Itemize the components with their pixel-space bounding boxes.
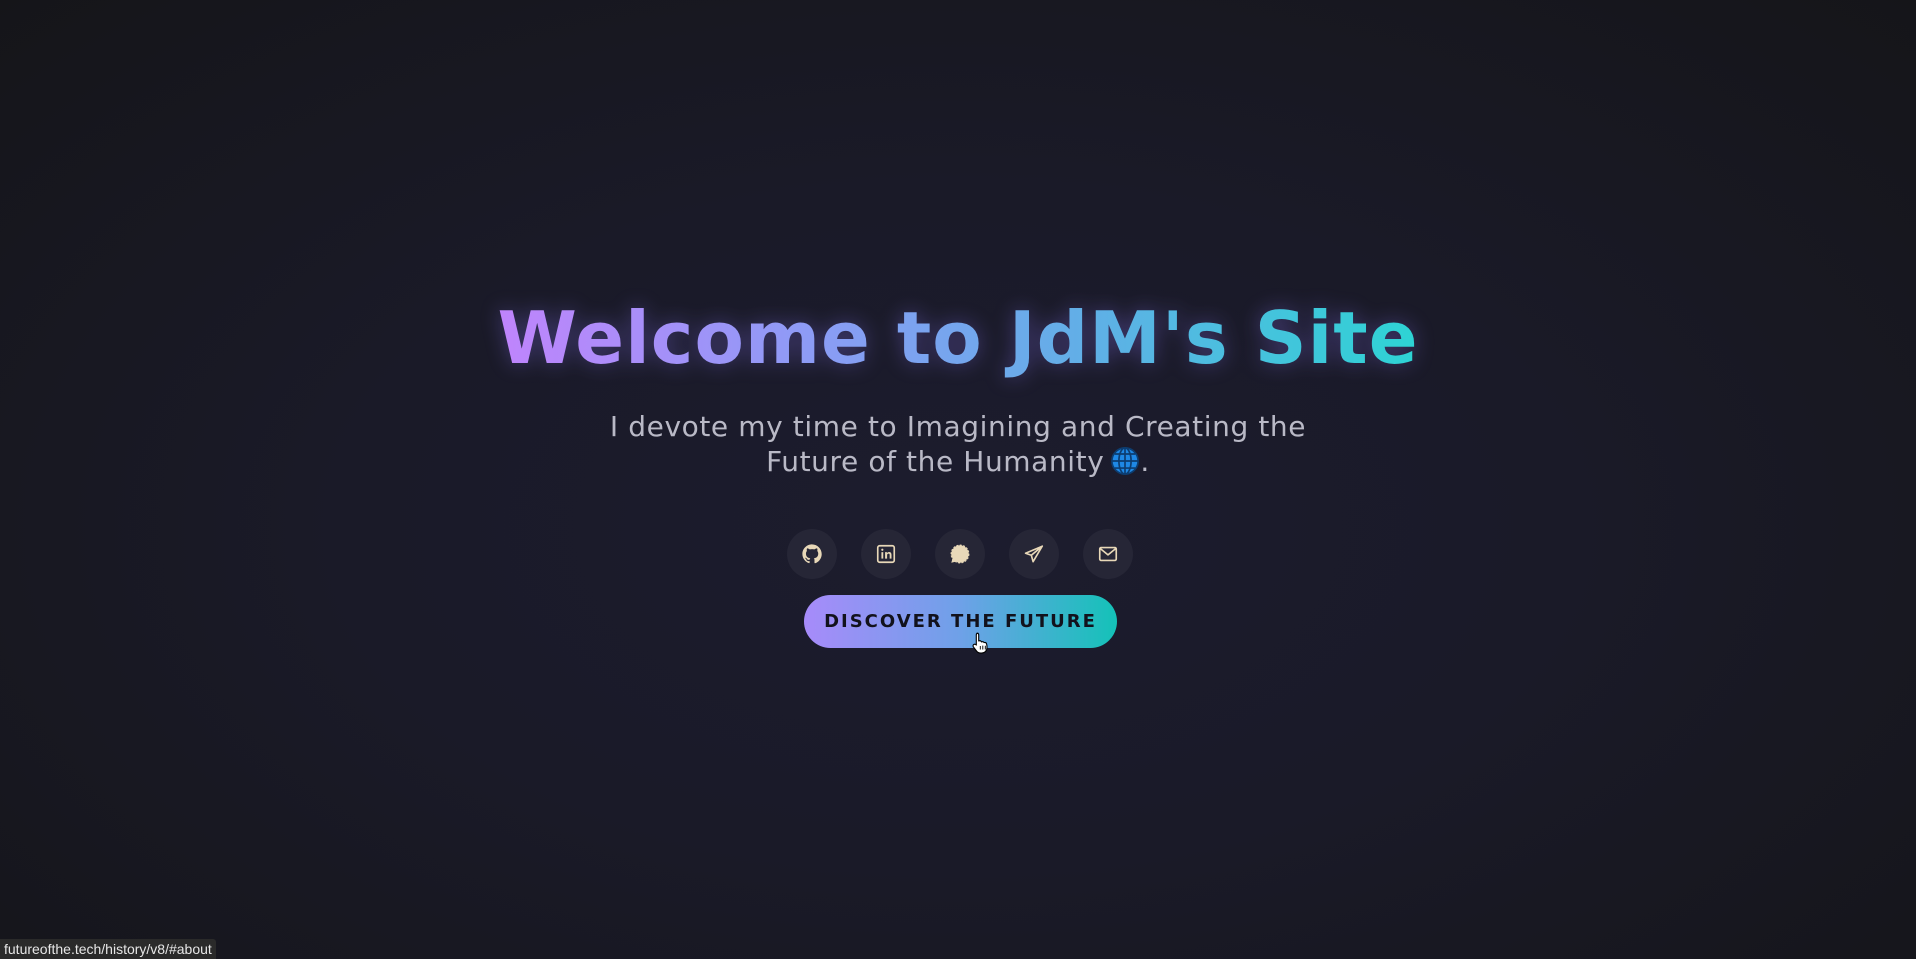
hero-section: Welcome to JdM's Site I devote my time t… <box>0 0 1916 959</box>
github-icon <box>802 544 822 564</box>
subtitle-line-1: I devote my time to Imagining and Creati… <box>609 410 1307 443</box>
hand-pointer-cursor-icon <box>972 632 988 654</box>
social-links <box>787 529 1133 579</box>
subtitle-period: . <box>1140 445 1150 478</box>
signal-link[interactable] <box>935 529 985 579</box>
telegram-icon <box>1024 545 1044 563</box>
linkedin-link[interactable] <box>861 529 911 579</box>
github-link[interactable] <box>787 529 837 579</box>
status-bar-url: futureofthe.tech/history/v8/#about <box>0 939 216 959</box>
hero-subtitle: I devote my time to Imagining and Creati… <box>0 409 1916 479</box>
telegram-link[interactable] <box>1009 529 1059 579</box>
discover-future-button[interactable]: DISCOVER THE FUTURE <box>804 595 1117 648</box>
linkedin-icon <box>876 544 896 564</box>
email-link[interactable] <box>1083 529 1133 579</box>
signal-icon <box>950 544 970 564</box>
page-title: Welcome to JdM's Site <box>497 296 1419 380</box>
globe-icon <box>1111 447 1140 475</box>
subtitle-line-2: Future of the Humanity <box>766 445 1105 478</box>
mail-icon <box>1098 546 1118 562</box>
